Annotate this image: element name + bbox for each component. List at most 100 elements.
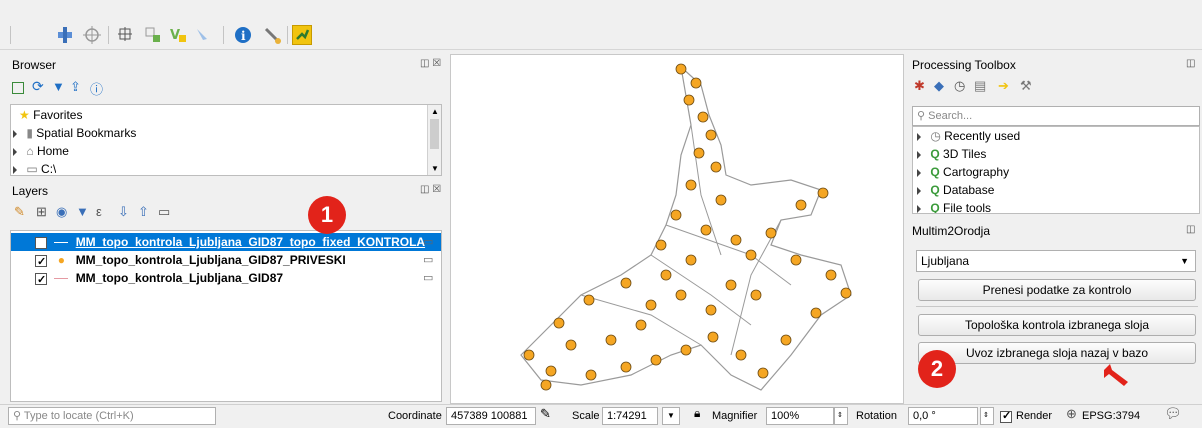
scroll-down-icon[interactable]: ▼ xyxy=(431,164,439,173)
point-feature[interactable] xyxy=(735,349,747,361)
point-feature[interactable] xyxy=(825,269,837,281)
layer-item-gid87[interactable]: MM_topo_kontrola_Ljubljana_GID87 xyxy=(11,269,283,289)
point-feature[interactable] xyxy=(583,294,595,306)
panel-float-button[interactable]: ◫ xyxy=(1186,224,1195,235)
point-feature[interactable] xyxy=(757,367,769,379)
import-layer-button[interactable]: Uvoz izbranega sloja nazaj v bazo xyxy=(918,342,1196,364)
toggle-extents-icon[interactable]: ✎ xyxy=(540,406,551,422)
add-group-icon[interactable]: ⊞ xyxy=(36,204,47,220)
identify-feature-icon[interactable] xyxy=(193,25,213,45)
style-icon[interactable]: V xyxy=(168,25,188,45)
point-feature[interactable] xyxy=(810,307,822,319)
expand-arrow-icon[interactable] xyxy=(917,132,921,141)
scroll-thumb[interactable] xyxy=(430,119,439,149)
point-feature[interactable] xyxy=(540,379,552,391)
processing-item-filetools[interactable]: Q File tools xyxy=(917,199,991,213)
point-feature[interactable] xyxy=(780,334,792,346)
point-feature[interactable] xyxy=(795,199,807,211)
point-feature[interactable] xyxy=(605,334,617,346)
processing-tree[interactable]: ◷ Recently used Q 3D Tiles Q Cartography… xyxy=(912,126,1200,214)
point-feature[interactable] xyxy=(585,369,597,381)
point-feature[interactable] xyxy=(675,63,687,75)
remove-layer-icon[interactable]: ▭ xyxy=(158,204,170,220)
options-wrench-icon[interactable]: ⚒ xyxy=(1020,78,1032,94)
point-feature[interactable] xyxy=(685,254,697,266)
point-feature[interactable] xyxy=(765,227,777,239)
magnifier-field[interactable]: 100% xyxy=(766,407,834,425)
layers-tree[interactable]: MM_topo_kontrola_Ljubljana_GID87_topo_fi… xyxy=(10,230,442,402)
scripts-icon[interactable]: ◆ xyxy=(934,78,944,94)
magnifier-spinner-icon[interactable]: ⇕ xyxy=(834,407,848,425)
point-feature[interactable] xyxy=(745,249,757,261)
editing-indicator-icon[interactable]: ▭ xyxy=(423,235,433,248)
style-manager-icon[interactable]: ✎ xyxy=(14,204,25,220)
point-feature[interactable] xyxy=(730,234,742,246)
pan-map-icon[interactable] xyxy=(55,25,75,45)
point-feature[interactable] xyxy=(710,161,722,173)
map-canvas[interactable] xyxy=(450,54,904,404)
add-layer-icon[interactable] xyxy=(12,82,24,94)
transfer-data-button[interactable]: Prenesi podatke za kontrolo xyxy=(918,279,1196,301)
chevron-down-icon[interactable]: ▼ xyxy=(1180,251,1189,271)
point-feature[interactable] xyxy=(690,77,702,89)
browser-item-home[interactable]: ⌂ Home xyxy=(13,142,69,160)
crosshair-icon[interactable] xyxy=(82,25,102,45)
visibility-icon[interactable]: ◉ xyxy=(56,204,67,220)
map-features[interactable] xyxy=(451,55,904,404)
processing-search-input[interactable]: ⚲ Search... xyxy=(912,106,1200,126)
vertex-tool-icon[interactable] xyxy=(143,25,163,45)
history-icon[interactable]: ◷ xyxy=(954,78,965,94)
point-feature[interactable] xyxy=(660,269,672,281)
scroll-up-icon[interactable]: ▲ xyxy=(431,107,439,116)
point-feature[interactable] xyxy=(693,147,705,159)
point-feature[interactable] xyxy=(635,319,647,331)
panel-float-button[interactable]: ◫ xyxy=(1186,58,1195,69)
processing-item-3dtiles[interactable]: Q 3D Tiles xyxy=(917,145,986,163)
filter-legend-icon[interactable]: ▼ xyxy=(76,204,89,219)
processing-item-recent[interactable]: ◷ Recently used xyxy=(917,127,1020,145)
results-icon[interactable]: ▤ xyxy=(974,78,986,94)
browser-item-bookmarks[interactable]: ▮ Spatial Bookmarks xyxy=(13,124,136,142)
point-feature[interactable] xyxy=(655,239,667,251)
editing-indicator-icon[interactable]: ▭ xyxy=(423,253,433,266)
processing-item-database[interactable]: Q Database xyxy=(917,181,994,199)
point-feature[interactable] xyxy=(650,354,662,366)
info-icon[interactable]: ⓘ xyxy=(90,79,103,98)
layer-visibility-checkbox[interactable] xyxy=(35,235,47,253)
point-feature[interactable] xyxy=(790,254,802,266)
point-feature[interactable] xyxy=(715,194,727,206)
edit-features-icon[interactable]: ➔ xyxy=(998,78,1009,94)
locator-input[interactable]: ⚲ Type to locate (Ctrl+K) xyxy=(8,407,216,425)
info-icon[interactable]: i xyxy=(233,25,253,45)
browser-tree[interactable]: ★ Favorites ▮ Spatial Bookmarks ⌂ Home ▭… xyxy=(10,104,442,176)
panel-float-close-buttons[interactable]: ◫ ☒ xyxy=(420,58,441,69)
crs-label[interactable]: EPSG:3794 xyxy=(1082,408,1140,424)
point-feature[interactable] xyxy=(705,129,717,141)
globe-icon[interactable]: ⊕ xyxy=(1066,406,1077,422)
browser-item-favorites[interactable]: ★ Favorites xyxy=(19,106,82,124)
coordinate-field[interactable]: 457389 100881 xyxy=(446,407,536,425)
editing-indicator-icon[interactable]: ▭ xyxy=(423,271,433,284)
expand-arrow-icon[interactable] xyxy=(13,165,17,174)
collapse-all-icon[interactable]: ⇪ xyxy=(70,79,81,95)
lock-icon[interactable]: 🔒︎ xyxy=(694,406,700,421)
scale-field[interactable]: 1:74291 xyxy=(602,407,658,425)
expand-all-icon[interactable]: ⇩ xyxy=(118,204,129,220)
point-feature[interactable] xyxy=(725,279,737,291)
messages-icon[interactable]: 💬︎ xyxy=(1164,405,1182,422)
refresh-icon[interactable]: ⟳ xyxy=(32,78,44,95)
point-feature[interactable] xyxy=(545,365,557,377)
expand-arrow-icon[interactable] xyxy=(13,129,17,138)
topology-check-button[interactable]: Topološka kontrola izbranega sloja xyxy=(918,314,1196,336)
browser-scrollbar[interactable]: ▲ ▼ xyxy=(427,105,441,175)
layer-item-priveski[interactable]: ● MM_topo_kontrola_Ljubljana_GID87_PRIVE… xyxy=(11,251,346,271)
point-feature[interactable] xyxy=(697,111,709,123)
expand-arrow-icon[interactable] xyxy=(917,168,921,177)
point-feature[interactable] xyxy=(683,94,695,106)
point-feature[interactable] xyxy=(680,344,692,356)
browser-item-drive-c[interactable]: ▭ C:\ xyxy=(13,160,56,174)
point-feature[interactable] xyxy=(565,339,577,351)
point-feature[interactable] xyxy=(817,187,829,199)
rotation-spinner-icon[interactable]: ⇕ xyxy=(980,407,994,425)
point-feature[interactable] xyxy=(675,289,687,301)
